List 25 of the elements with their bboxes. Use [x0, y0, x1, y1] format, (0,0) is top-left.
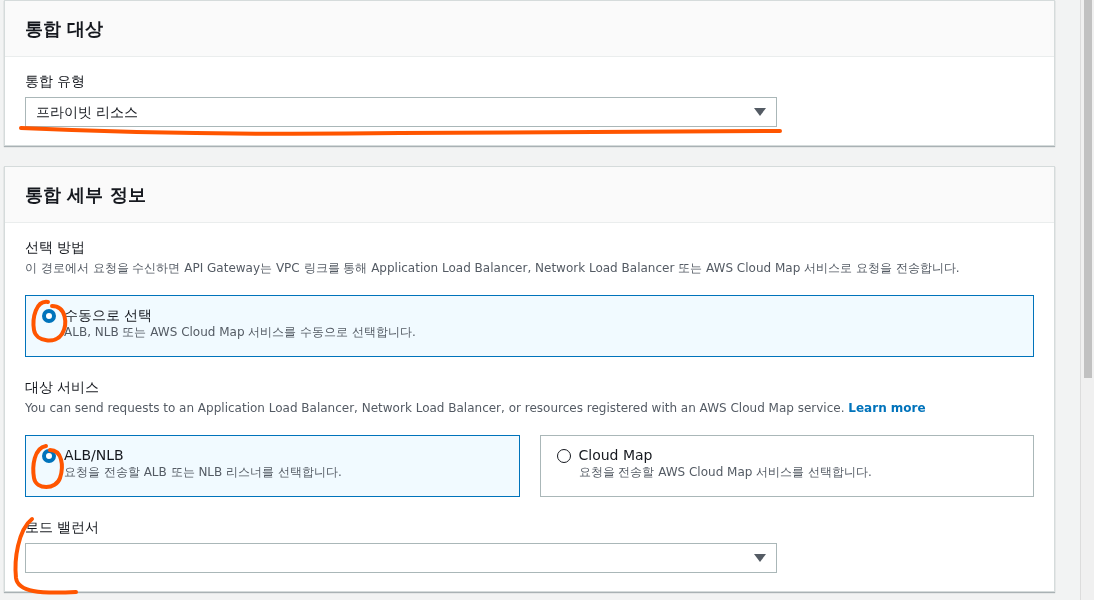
field-description: 이 경로에서 요청을 수신하면 API Gateway는 VPC 링크를 통해 Application Load Balancer, Network Load Balancer 또는 AWS Cloud Map 서비스로 요청을 전송합니다. — [25, 260, 961, 277]
option-description: 요청을 전송할 AWS Cloud Map 서비스를 선택합니다. — [578, 464, 872, 480]
caret-icon — [754, 108, 766, 116]
field-description: You can send requests to an Application Load Balancer, Network Load Balancer, or resources registered with an AWS Cloud Map service. Learn more — [25, 400, 927, 417]
option-label: ALB/NLB — [64, 446, 125, 464]
radio-button[interactable] — [556, 449, 571, 463]
option-label: 수동으로 선택 — [64, 306, 154, 324]
option-label: Cloud Map — [578, 446, 654, 464]
radio-card[interactable]: Cloud Map 요청을 전송할 AWS Cloud Map 서비스를 선택합니다. — [539, 435, 1034, 497]
caret-icon — [754, 554, 766, 562]
scrollbar-thumb[interactable] — [1083, 0, 1092, 378]
select-field[interactable]: 프라이빗 리소스 — [25, 97, 777, 127]
section-title: 통합 대상 — [25, 17, 104, 41]
select-field[interactable] — [25, 543, 777, 573]
field-label: 통합 유형 — [25, 72, 87, 91]
radio-card[interactable]: ALB/NLB 요청을 전송할 ALB 또는 NLB 리스너를 선택합니다. — [25, 435, 520, 497]
field-label: 로드 밸런서 — [25, 518, 101, 537]
radio-card[interactable]: 수동으로 선택 ALB, NLB 또는 AWS Cloud Map 서비스를 수동으로 선택합니다. — [25, 295, 1034, 357]
radio-button[interactable] — [42, 309, 56, 323]
option-description: 요청을 전송할 ALB 또는 NLB 리스너를 선택합니다. — [64, 464, 342, 480]
field-label: 대상 서비스 — [25, 378, 101, 397]
learn-more-link[interactable]: Learn more — [848, 401, 926, 415]
field-label: 선택 방법 — [25, 238, 87, 257]
section-title: 통합 세부 정보 — [25, 183, 146, 207]
option-description: ALB, NLB 또는 AWS Cloud Map 서비스를 수동으로 선택합니다. — [64, 324, 416, 340]
